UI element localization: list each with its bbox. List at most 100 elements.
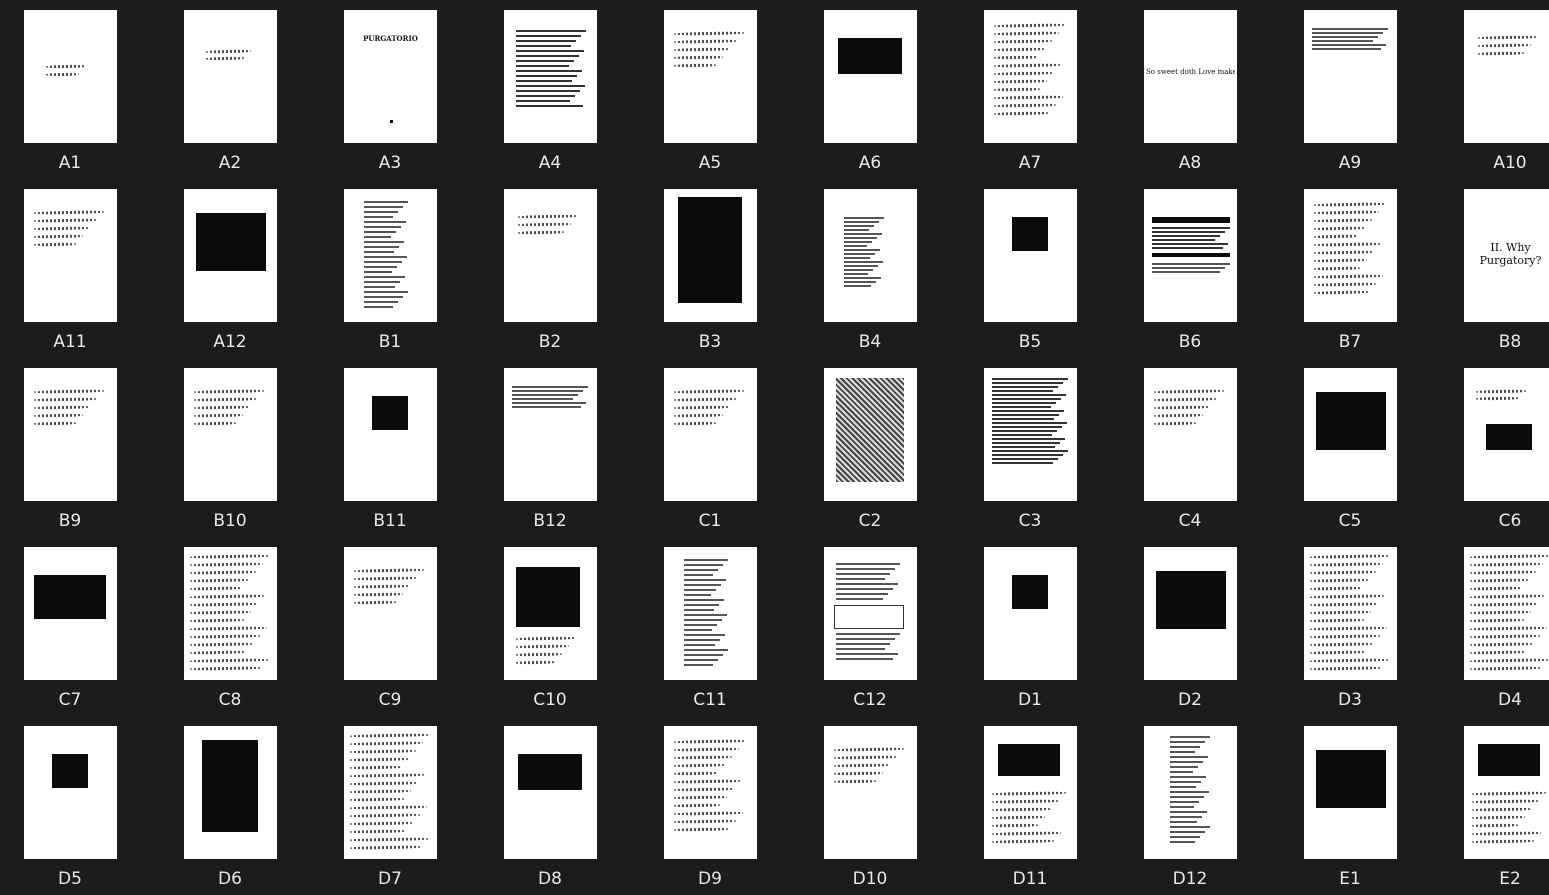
page-preview[interactable] [824,10,917,143]
page-thumbnail-a10[interactable]: A10 [1440,0,1549,179]
page-thumbnail-d10[interactable]: D10 [800,716,940,895]
page-thumbnail-a12[interactable]: A12 [160,179,300,358]
page-thumbnail-a4[interactable]: A4 [480,0,620,179]
page-thumbnail-c2[interactable]: C2 [800,358,940,537]
page-thumbnail-d7[interactable]: D7 [320,716,460,895]
page-preview[interactable] [1144,726,1237,859]
page-preview[interactable] [1464,726,1549,859]
page-thumbnail-a9[interactable]: A9 [1280,0,1420,179]
page-thumbnail-b5[interactable]: B5 [960,179,1100,358]
page-preview[interactable] [1304,547,1397,680]
page-preview[interactable] [1464,547,1549,680]
page-thumbnail-c1[interactable]: C1 [640,358,780,537]
page-thumbnail-e2[interactable]: E2 [1440,716,1549,895]
page-preview[interactable] [344,368,437,501]
page-thumbnail-c12[interactable]: C12 [800,537,940,716]
page-preview[interactable] [504,547,597,680]
page-thumbnail-c5[interactable]: C5 [1280,358,1420,537]
page-thumbnail-c9[interactable]: C9 [320,537,460,716]
page-preview[interactable] [1464,368,1549,501]
page-thumbnail-a6[interactable]: A6 [800,0,940,179]
page-thumbnail-d3[interactable]: D3 [1280,537,1420,716]
page-preview[interactable] [984,547,1077,680]
page-preview[interactable] [184,189,277,322]
page-preview[interactable] [184,726,277,859]
page-preview[interactable] [1304,726,1397,859]
page-thumbnail-b4[interactable]: B4 [800,179,940,358]
page-preview[interactable] [1304,189,1397,322]
page-preview[interactable] [1304,368,1397,501]
page-preview[interactable] [184,547,277,680]
page-preview[interactable] [184,368,277,501]
page-preview[interactable] [24,189,117,322]
page-preview[interactable] [824,189,917,322]
page-preview[interactable] [344,189,437,322]
page-preview[interactable] [24,726,117,859]
page-thumbnail-b8[interactable]: II. Why Purgatory? B8 [1440,179,1549,358]
page-preview[interactable] [24,368,117,501]
page-thumbnail-b9[interactable]: B9 [0,358,140,537]
page-preview[interactable] [984,726,1077,859]
page-preview[interactable] [664,547,757,680]
page-thumbnail-d11[interactable]: D11 [960,716,1100,895]
page-thumbnail-b12[interactable]: B12 [480,358,620,537]
page-preview[interactable] [344,726,437,859]
page-thumbnail-d6[interactable]: D6 [160,716,300,895]
page-thumbnail-b3[interactable]: B3 [640,179,780,358]
page-thumbnail-a7[interactable]: A7 [960,0,1100,179]
page-thumbnail-c4[interactable]: C4 [1120,358,1260,537]
page-preview[interactable] [664,189,757,322]
page-thumbnail-c8[interactable]: C8 [160,537,300,716]
page-preview[interactable] [664,10,757,143]
page-thumbnail-b11[interactable]: B11 [320,358,460,537]
page-thumbnail-a3[interactable]: PURGATORIO A3 [320,0,460,179]
page-preview[interactable] [984,368,1077,501]
page-thumbnail-b6[interactable]: B6 [1120,179,1260,358]
page-thumbnail-a11[interactable]: A11 [0,179,140,358]
page-preview[interactable] [344,547,437,680]
page-thumbnail-d12[interactable]: D12 [1120,716,1260,895]
page-thumbnail-e1[interactable]: E1 [1280,716,1420,895]
page-preview[interactable] [1144,547,1237,680]
page-thumbnail-b7[interactable]: B7 [1280,179,1420,358]
page-thumbnail-b2[interactable]: B2 [480,179,620,358]
page-preview[interactable] [984,189,1077,322]
page-preview[interactable] [504,189,597,322]
page-thumbnail-a1[interactable]: A1 [0,0,140,179]
page-preview[interactable] [504,10,597,143]
page-thumbnail-c10[interactable]: C10 [480,537,620,716]
page-thumbnail-b1[interactable]: B1 [320,179,460,358]
page-preview[interactable] [664,726,757,859]
page-thumbnail-c7[interactable]: C7 [0,537,140,716]
page-thumbnail-d9[interactable]: D9 [640,716,780,895]
page-preview[interactable] [504,368,597,501]
page-preview[interactable]: II. Why Purgatory? [1464,189,1549,322]
page-thumbnail-c3[interactable]: C3 [960,358,1100,537]
page-preview[interactable] [24,10,117,143]
page-thumbnail-a5[interactable]: A5 [640,0,780,179]
page-thumbnail-c11[interactable]: C11 [640,537,780,716]
page-thumbnail-d4[interactable]: D4 [1440,537,1549,716]
page-preview[interactable] [1304,10,1397,143]
page-thumbnail-d5[interactable]: D5 [0,716,140,895]
page-preview[interactable] [24,547,117,680]
page-preview[interactable] [984,10,1077,143]
page-thumbnail-d2[interactable]: D2 [1120,537,1260,716]
page-thumbnail-b10[interactable]: B10 [160,358,300,537]
page-preview[interactable] [504,726,597,859]
page-preview[interactable] [1144,189,1237,322]
page-thumbnail-d1[interactable]: D1 [960,537,1100,716]
page-preview[interactable]: PURGATORIO [344,10,437,143]
page-thumbnail-d8[interactable]: D8 [480,716,620,895]
page-preview[interactable] [824,368,917,501]
page-preview[interactable] [824,726,917,859]
page-preview[interactable] [184,10,277,143]
page-thumbnail-a8[interactable]: So sweet doth Love make himself feel to … [1120,0,1260,179]
page-thumbnail-c6[interactable]: C6 [1440,358,1549,537]
page-preview[interactable] [824,547,917,680]
page-preview[interactable] [1464,10,1549,143]
page-preview[interactable] [1144,368,1237,501]
page-preview[interactable]: So sweet doth Love make himself feel to … [1144,10,1237,143]
page-thumbnail-a2[interactable]: A2 [160,0,300,179]
page-preview[interactable] [664,368,757,501]
